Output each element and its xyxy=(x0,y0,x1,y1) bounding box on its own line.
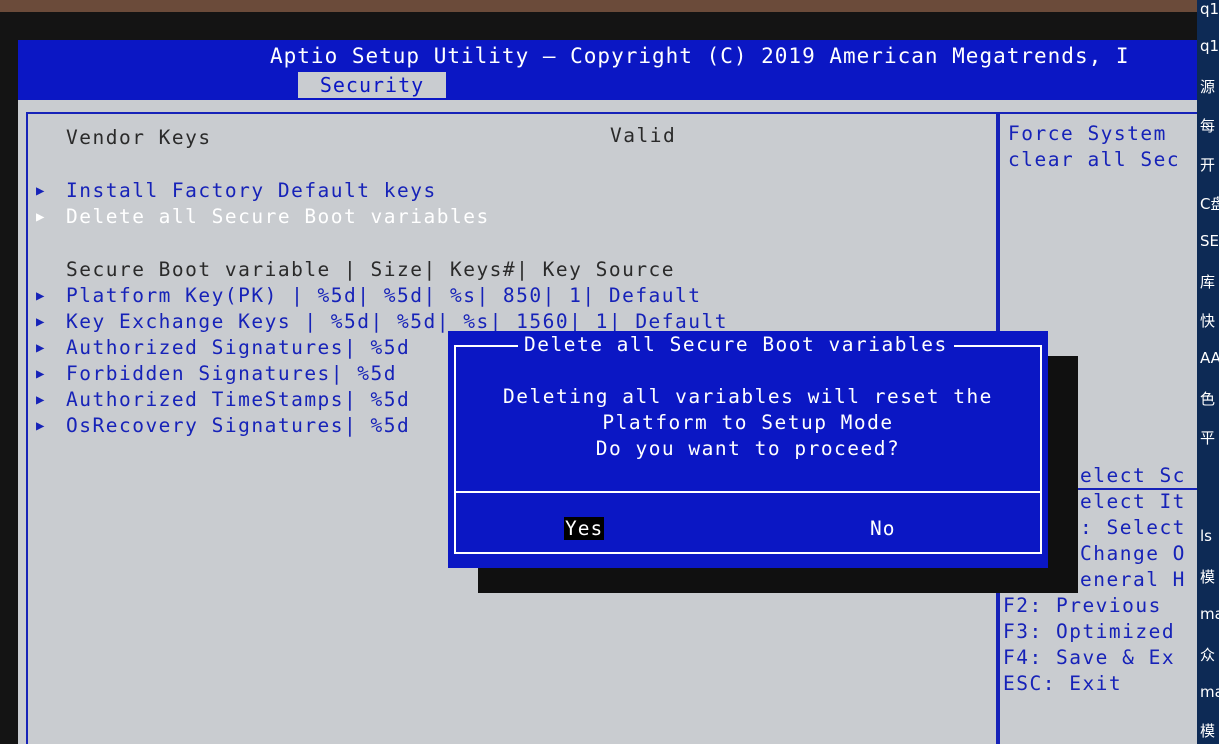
side-strip-item[interactable]: 众 xyxy=(1200,644,1215,665)
side-strip-item[interactable]: q1 xyxy=(1200,0,1219,18)
dialog-message-line: Do you want to proceed? xyxy=(595,437,901,460)
tab-security[interactable]: Security xyxy=(298,72,446,98)
table-header: Secure Boot variable | Size| Keys#| Key … xyxy=(66,258,676,281)
table-row[interactable]: Authorized TimeStamps| %5d xyxy=(66,388,410,411)
help-key-line: F4: Save & Ex xyxy=(1003,646,1176,669)
submenu-arrow-icon: ▶ xyxy=(36,418,45,434)
side-strip-item[interactable]: 源 xyxy=(1200,76,1215,97)
help-key-line: F3: Optimized xyxy=(1003,620,1176,643)
side-strip-item[interactable]: 每 xyxy=(1200,115,1215,136)
side-strip-item[interactable]: 模 xyxy=(1200,720,1215,741)
install-factory-keys-item[interactable]: Install Factory Default keys xyxy=(66,179,437,202)
side-strip-item[interactable]: 快 xyxy=(1200,310,1215,331)
table-row[interactable]: Key Exchange Keys | %5d| %5d| %s| 1560| … xyxy=(66,310,728,333)
submenu-arrow-icon: ▶ xyxy=(36,288,45,304)
help-key-line: F2: Previous xyxy=(1003,594,1162,617)
help-description-line: Force System xyxy=(1008,122,1167,145)
vendor-keys-label: Vendor Keys xyxy=(66,126,212,149)
side-strip-item[interactable]: 库 xyxy=(1200,271,1215,292)
submenu-arrow-icon: ▶ xyxy=(36,366,45,382)
help-key-line: elect Sc xyxy=(1080,464,1186,487)
no-button[interactable]: No xyxy=(870,517,895,540)
help-key-line: : Select xyxy=(1080,516,1186,539)
submenu-arrow-icon: ▶ xyxy=(36,340,45,356)
table-row[interactable]: OsRecovery Signatures| %5d xyxy=(66,414,410,437)
submenu-arrow-icon: ▶ xyxy=(36,183,45,199)
submenu-arrow-icon: ▶ xyxy=(36,392,45,408)
help-description-line: clear all Sec xyxy=(1008,148,1181,171)
side-strip-item[interactable]: ma xyxy=(1200,683,1219,701)
dialog-message-line: Deleting all variables will reset the xyxy=(503,385,993,408)
table-row[interactable]: Authorized Signatures| %5d xyxy=(66,336,410,359)
side-strip-item[interactable]: C盘 xyxy=(1200,193,1219,214)
side-strip-item[interactable]: 平 xyxy=(1200,427,1215,448)
bios-screen: Aptio Setup Utility – Copyright (C) 2019… xyxy=(18,40,1199,744)
dialog-divider xyxy=(454,491,1042,493)
confirm-dialog: Delete all Secure Boot variables Deletin… xyxy=(448,331,1048,568)
side-strip: q1 q1 源 每 开 C盘 SE 库 快 AA 色 平 ls 模 ma 众 m… xyxy=(1197,0,1219,744)
help-key-line: ESC: Exit xyxy=(1003,672,1123,695)
help-key-line: Change O xyxy=(1080,542,1186,565)
side-strip-item[interactable]: 色 xyxy=(1200,388,1215,409)
table-row[interactable]: Forbidden Signatures| %5d xyxy=(66,362,397,385)
help-key-line: elect It xyxy=(1080,490,1186,513)
submenu-arrow-icon: ▶ xyxy=(36,314,45,330)
yes-button[interactable]: Yes xyxy=(564,517,605,540)
side-strip-item[interactable]: 开 xyxy=(1200,154,1215,175)
desk-background xyxy=(0,0,1219,12)
side-strip-item[interactable]: 模 xyxy=(1200,566,1215,587)
table-row[interactable]: Platform Key(PK) | %5d| %5d| %s| 850| 1|… xyxy=(66,284,702,307)
side-strip-item[interactable]: ls xyxy=(1200,527,1212,545)
submenu-arrow-icon: ▶ xyxy=(36,209,45,225)
help-key-line: eneral H xyxy=(1080,568,1186,591)
delete-secure-boot-item[interactable]: Delete all Secure Boot variables xyxy=(66,205,490,228)
side-strip-item[interactable]: q1 xyxy=(1200,37,1219,55)
side-strip-item[interactable]: AA xyxy=(1200,349,1219,367)
header-title: Aptio Setup Utility – Copyright (C) 2019… xyxy=(270,44,1130,68)
vendor-keys-value: Valid xyxy=(610,124,677,147)
side-strip-item[interactable]: SE xyxy=(1200,232,1219,250)
side-strip-item[interactable]: ma xyxy=(1200,605,1219,623)
header-bar: Aptio Setup Utility – Copyright (C) 2019… xyxy=(18,40,1199,100)
dialog-message-line: Platform to Setup Mode xyxy=(602,411,894,434)
dialog-title: Delete all Secure Boot variables xyxy=(518,333,954,356)
